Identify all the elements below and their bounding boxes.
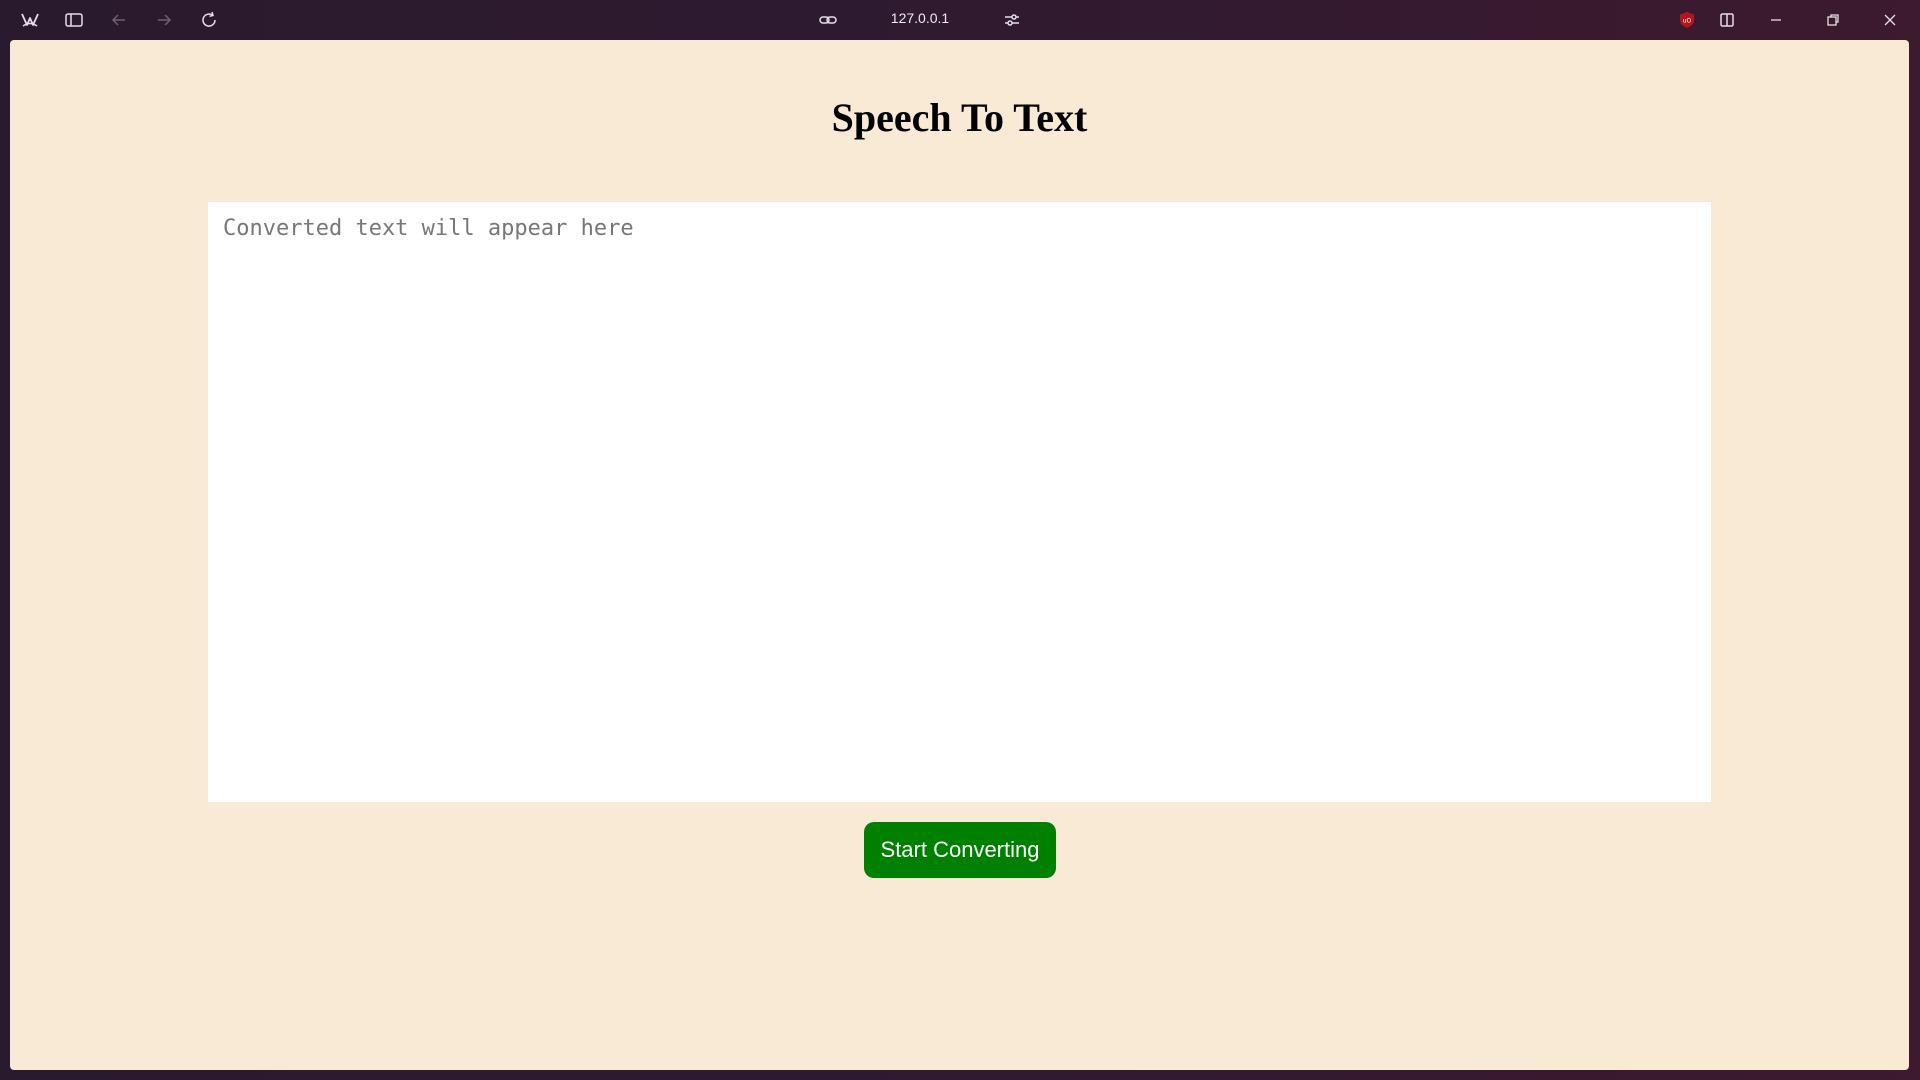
sidebar-toggle-icon[interactable] — [60, 6, 88, 34]
converted-text-area[interactable] — [208, 202, 1711, 802]
minimize-icon[interactable] — [1762, 6, 1790, 34]
start-converting-button[interactable]: Start Converting — [864, 822, 1056, 878]
address-bar[interactable]: 127.0.0.1 — [860, 10, 980, 26]
reload-icon[interactable] — [195, 6, 223, 34]
ublock-origin-icon[interactable]: uO — [1673, 6, 1701, 34]
link-icon[interactable] — [814, 6, 842, 34]
forward-arrow-icon[interactable] — [150, 6, 178, 34]
back-arrow-icon[interactable] — [105, 6, 133, 34]
site-settings-icon[interactable] — [998, 6, 1026, 34]
browser-logo-icon[interactable] — [16, 6, 44, 34]
browser-toolbar: 127.0.0.1 uO — [0, 0, 1920, 40]
page-viewport: Speech To Text Start Converting — [10, 40, 1909, 1070]
restore-icon[interactable] — [1819, 6, 1847, 34]
svg-text:uO: uO — [1683, 18, 1692, 25]
close-icon[interactable] — [1876, 6, 1904, 34]
split-view-icon[interactable] — [1713, 6, 1741, 34]
page-title: Speech To Text — [831, 95, 1088, 140]
